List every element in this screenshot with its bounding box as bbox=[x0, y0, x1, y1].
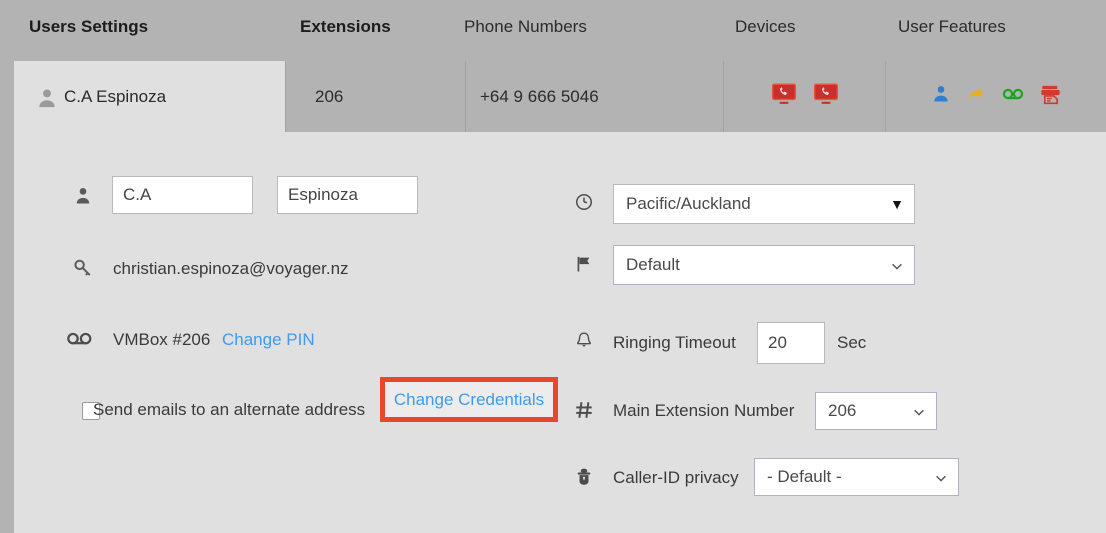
user-icon[interactable] bbox=[931, 84, 951, 109]
left-gutter bbox=[0, 61, 14, 533]
language-select[interactable]: Default bbox=[613, 245, 915, 285]
user-settings-panel: christian.espinoza@voyager.nz Change Cre… bbox=[14, 132, 1106, 533]
ringing-timeout-unit: Sec bbox=[837, 333, 867, 352]
record-cell-phone-number[interactable]: +64 9 666 5046 bbox=[465, 61, 723, 132]
chevron-down-icon bbox=[890, 258, 904, 272]
bell-icon bbox=[570, 330, 598, 356]
chevron-down-icon: ▼ bbox=[890, 196, 904, 212]
nav-tab-extensions[interactable]: Extensions bbox=[300, 16, 391, 38]
last-name-input[interactable] bbox=[277, 176, 418, 214]
change-credentials-highlight: Change Credentials bbox=[380, 377, 558, 422]
caller-id-privacy-value: - Default - bbox=[767, 467, 842, 486]
language-value: Default bbox=[626, 255, 680, 274]
voicemail-icon bbox=[66, 330, 94, 355]
fax-icon[interactable] bbox=[1039, 83, 1062, 111]
nav-tab-user-features[interactable]: User Features bbox=[898, 16, 1006, 38]
avatar-icon bbox=[36, 87, 58, 109]
main-extension-label: Main Extension Number bbox=[613, 401, 795, 420]
key-icon bbox=[69, 257, 97, 284]
ringing-timeout-input[interactable] bbox=[757, 322, 825, 364]
change-credentials-link[interactable]: Change Credentials bbox=[394, 390, 544, 410]
voicemail-icon[interactable] bbox=[1001, 82, 1025, 111]
hash-icon bbox=[570, 399, 598, 426]
vmbox-label: VMBox #206 bbox=[113, 330, 211, 349]
main-extension-value: 206 bbox=[828, 401, 857, 420]
record-cell-user-features[interactable] bbox=[885, 61, 1106, 132]
first-name-input[interactable] bbox=[112, 176, 253, 214]
record-user-name: C.A Espinoza bbox=[64, 86, 167, 106]
app-root: Users Settings Extensions Phone Numbers … bbox=[0, 0, 1106, 533]
record-cell-user[interactable]: C.A Espinoza bbox=[14, 61, 285, 132]
account-email: christian.espinoza@voyager.nz bbox=[113, 259, 349, 278]
record-phone-number: +64 9 666 5046 bbox=[480, 86, 599, 106]
nav-tab-devices[interactable]: Devices bbox=[735, 16, 795, 38]
record-cell-extension[interactable]: 206 bbox=[285, 61, 465, 132]
top-navigation: Users Settings Extensions Phone Numbers … bbox=[0, 0, 1106, 61]
change-pin-link[interactable]: Change PIN bbox=[222, 330, 315, 350]
caller-id-privacy-label: Caller-ID privacy bbox=[613, 468, 739, 487]
ringing-timeout-label: Ringing Timeout bbox=[613, 333, 736, 352]
record-extension: 206 bbox=[315, 86, 344, 106]
person-icon bbox=[69, 186, 97, 211]
call-forward-icon[interactable] bbox=[965, 83, 987, 110]
desk-phone-icon[interactable] bbox=[813, 81, 839, 112]
user-record-row: C.A Espinoza 206 +64 9 666 5046 bbox=[14, 61, 1106, 132]
timezone-value: Pacific/Auckland bbox=[626, 194, 751, 213]
alternate-email-label: Send emails to an alternate address bbox=[93, 400, 366, 419]
feature-icon-group bbox=[931, 82, 1062, 111]
nav-tab-phone-numbers[interactable]: Phone Numbers bbox=[464, 16, 587, 38]
chevron-down-icon bbox=[934, 470, 948, 484]
caller-id-privacy-select[interactable]: - Default - bbox=[754, 458, 959, 496]
record-cell-devices[interactable] bbox=[723, 61, 885, 132]
timezone-select[interactable]: Pacific/Auckland ▼ bbox=[613, 184, 915, 224]
clock-icon bbox=[570, 192, 598, 217]
device-icon-group bbox=[771, 81, 839, 112]
flag-icon bbox=[570, 254, 598, 279]
desk-phone-icon[interactable] bbox=[771, 81, 797, 112]
nav-tab-users-settings[interactable]: Users Settings bbox=[29, 16, 148, 38]
main-extension-select[interactable]: 206 bbox=[815, 392, 937, 430]
chevron-down-icon bbox=[912, 404, 926, 418]
spy-icon bbox=[570, 466, 598, 493]
